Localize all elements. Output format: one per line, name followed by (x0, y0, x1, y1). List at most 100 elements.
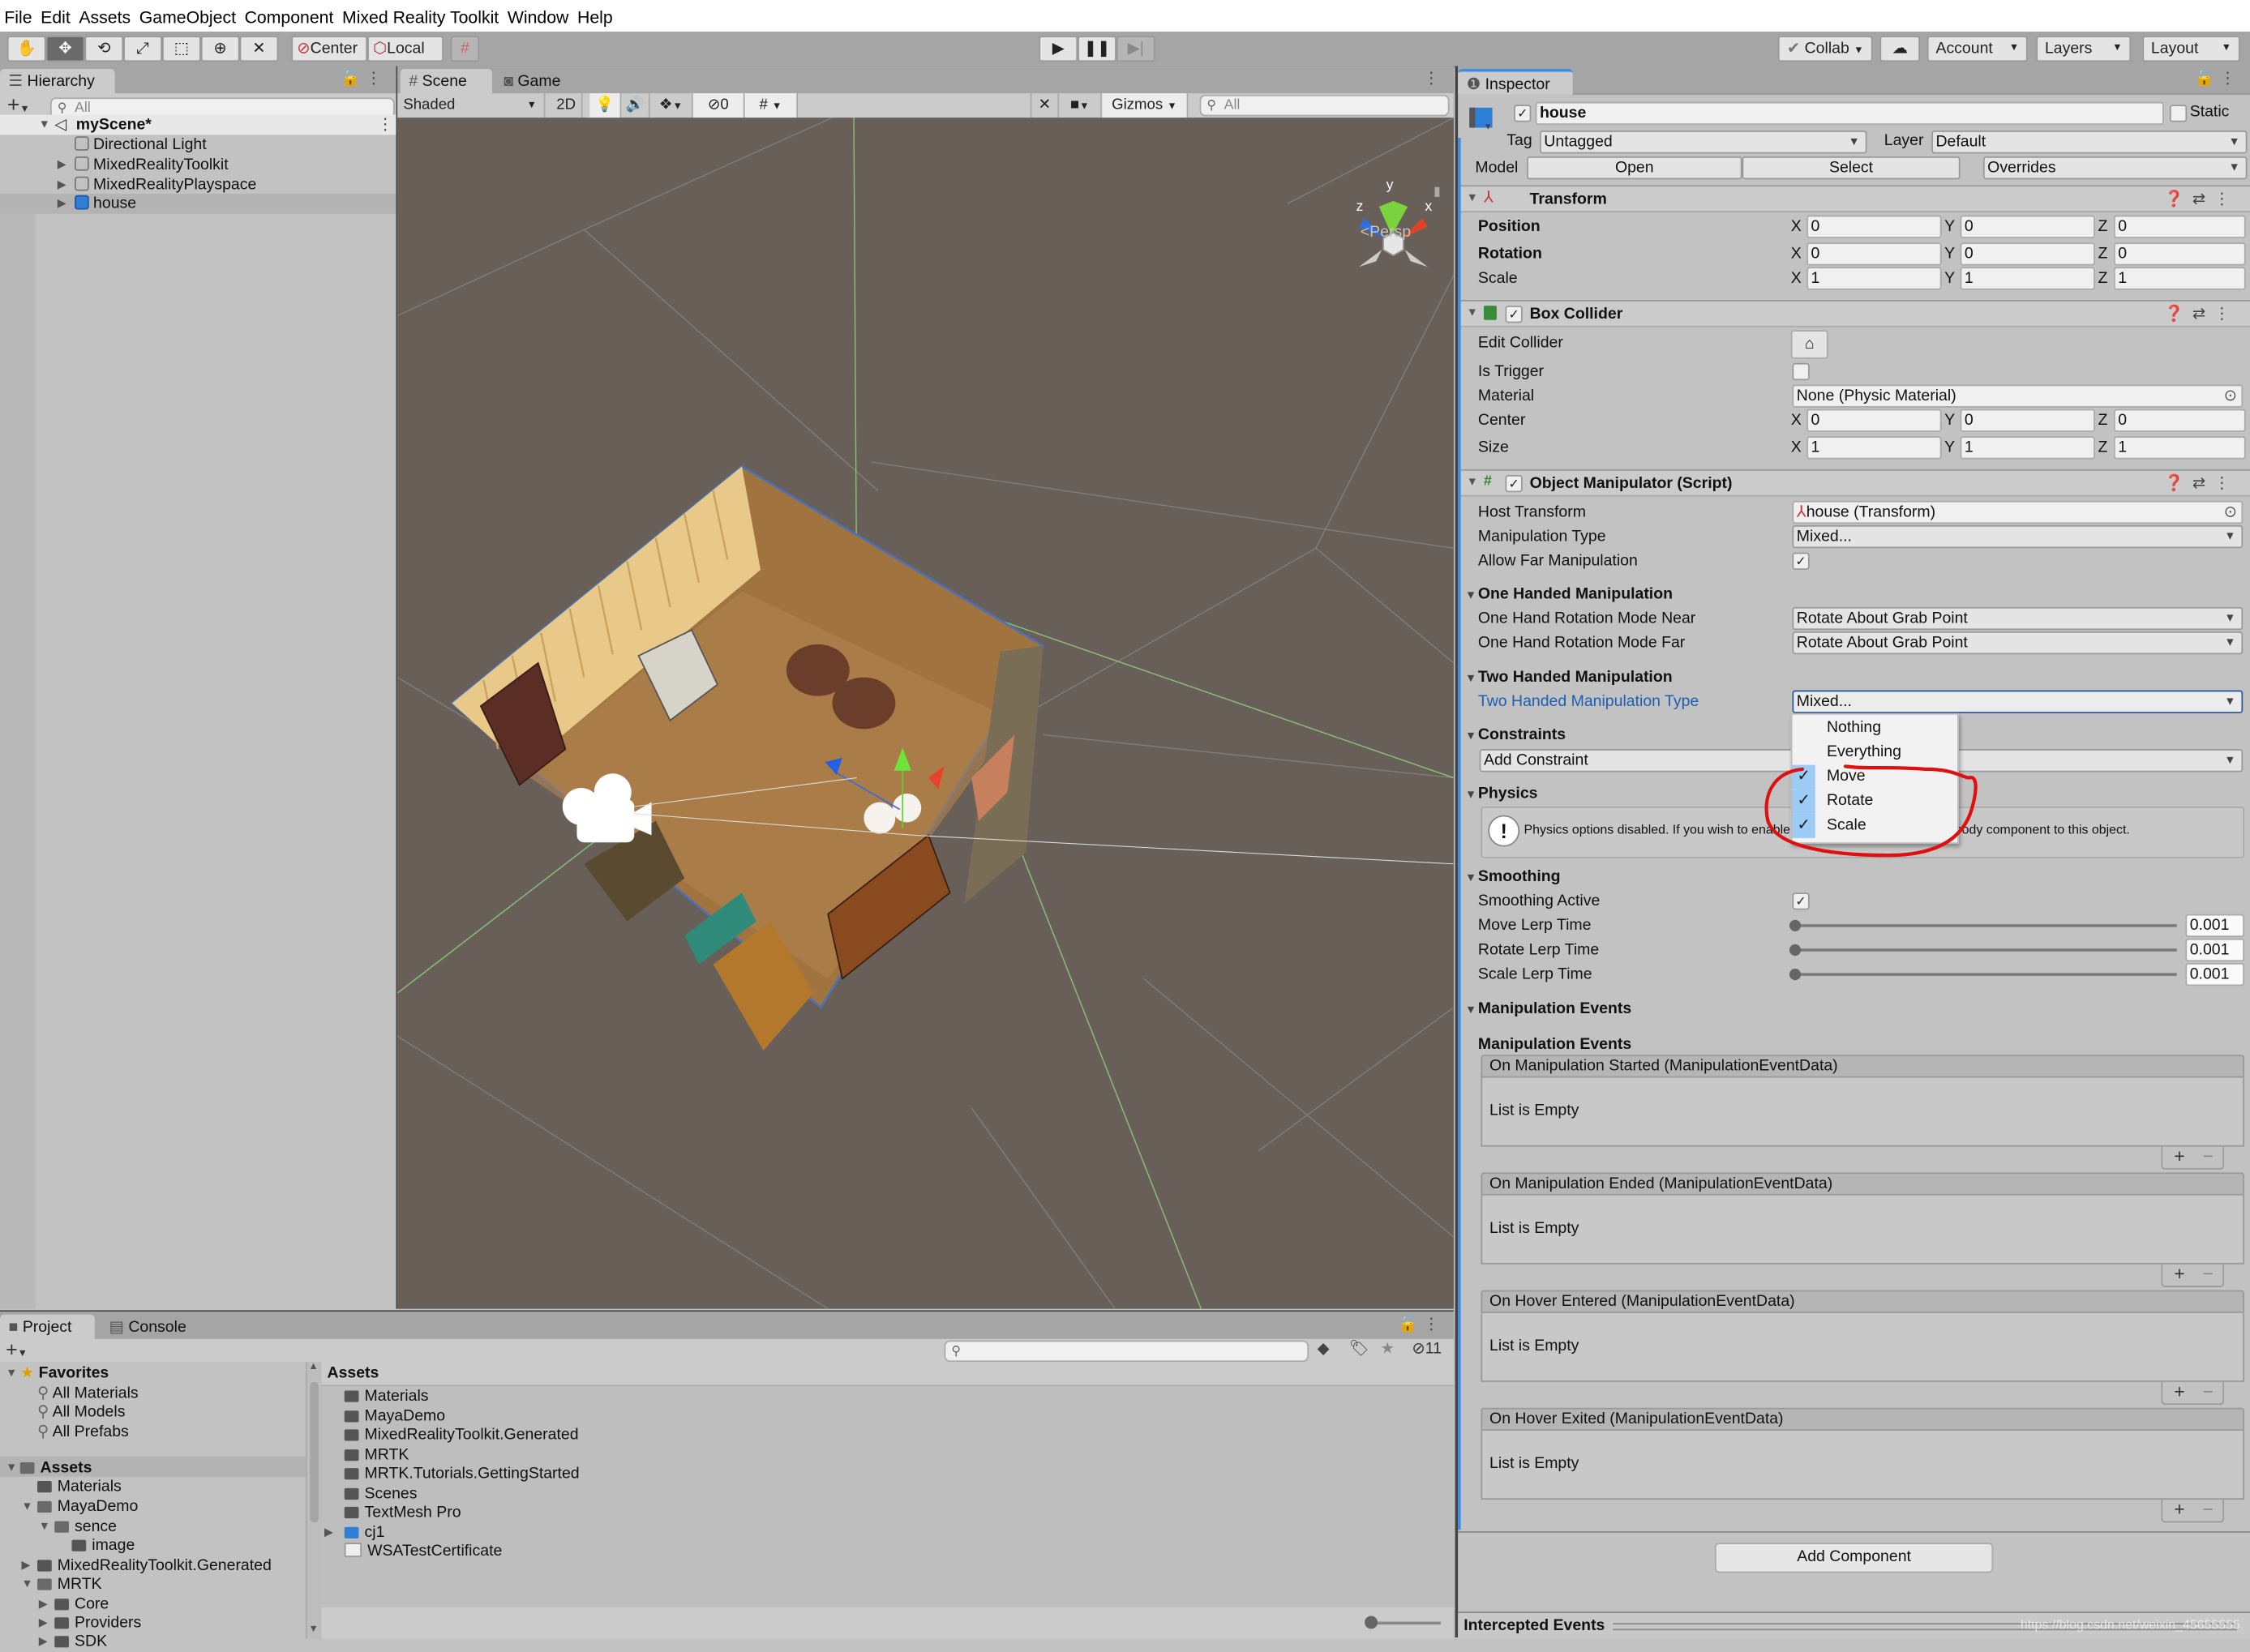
pivot-local-toggle[interactable]: ⬡Local (367, 36, 444, 62)
icon-size-slider-track[interactable] (1369, 1621, 1441, 1625)
lerp-slider-track[interactable] (1795, 924, 2177, 927)
layout-dropdown[interactable]: Layout ▼ (2142, 36, 2240, 62)
rotation-y-input[interactable]: 0 (1960, 242, 2095, 266)
audio-toggle[interactable]: 🔊 (621, 93, 650, 118)
allow-far-checkbox[interactable]: ✓ (1792, 552, 1810, 570)
collapse-arrow-icon[interactable]: ▼ (1465, 1004, 1476, 1016)
center-z-input[interactable]: 0 (2113, 409, 2246, 432)
tree-item[interactable]: SDK (54, 1633, 107, 1652)
box-collider-header[interactable]: ▼ ✓ Box Collider ❓⇄⋮ (1458, 300, 2250, 327)
smoothing-header[interactable]: Smoothing (1478, 867, 1561, 887)
step-button[interactable]: ▶| (1116, 36, 1155, 62)
scrollbar-thumb[interactable] (310, 1381, 319, 1523)
menu-component[interactable]: Component (240, 0, 337, 34)
size-z-input[interactable]: 1 (2113, 436, 2246, 460)
scale-tool-button[interactable]: ⤢ (123, 36, 162, 62)
collapse-arrow-icon[interactable]: ▼ (1465, 729, 1476, 742)
constraints-header[interactable]: Constraints (1478, 725, 1566, 745)
collapse-arrow-icon[interactable]: ▼ (1465, 672, 1476, 685)
tree-item[interactable]: MayaDemo (37, 1498, 138, 1517)
component-help-preset-menu-icons[interactable]: ❓⇄⋮ (2164, 304, 2239, 323)
snap-toggle[interactable]: # (450, 36, 480, 62)
scene-menu-icon[interactable]: ⋮ (1424, 69, 1446, 88)
size-x-input[interactable]: 1 (1806, 436, 1942, 460)
menu-item-nothing[interactable]: Nothing (1792, 716, 1957, 740)
grid-dropdown[interactable]: # ▼ (744, 93, 799, 118)
material-object-field[interactable]: None (Physic Material) ⊙ (1792, 384, 2244, 408)
pause-button[interactable]: ❚❚ (1078, 36, 1116, 62)
gizmos-dropdown[interactable]: Gizmos ▼ (1102, 93, 1189, 118)
search-by-label-icon[interactable]: 🏷 (1349, 1339, 1369, 1358)
breadcrumb[interactable]: Assets (328, 1365, 379, 1382)
shading-mode-dropdown[interactable]: Shaded ▼ (397, 93, 546, 118)
expand-arrow-icon[interactable]: ▶ (39, 1616, 48, 1628)
create-add-button[interactable]: +▼ (6, 1339, 28, 1365)
favorite-item[interactable]: ⚲ All Materials (37, 1385, 139, 1403)
lerp-value-input[interactable]: 0.001 (2185, 938, 2244, 962)
effects-dropdown[interactable]: ❖▼ (650, 93, 693, 118)
box-collider-enabled-checkbox[interactable]: ✓ (1505, 306, 1523, 323)
favorite-item[interactable]: ⚲ All Prefabs (37, 1423, 129, 1442)
two-handed-header[interactable]: Two Handed Manipulation (1478, 667, 1673, 687)
asset-item[interactable]: Materials (344, 1388, 429, 1406)
expand-arrow-icon[interactable]: ▼ (39, 1520, 50, 1533)
rotate-tool-button[interactable]: ⟲ (84, 36, 124, 62)
two-handed-type-dropdown[interactable]: Mixed... ▼ (1792, 690, 2244, 713)
add-event-button[interactable]: + (2174, 1264, 2184, 1285)
lerp-slider-track[interactable] (1795, 948, 2177, 952)
rotation-z-input[interactable]: 0 (2113, 242, 2246, 266)
expand-arrow-icon[interactable]: ▶ (324, 1526, 333, 1539)
add-component-button[interactable]: Add Component (1714, 1543, 1994, 1573)
object-picker-icon[interactable]: ⊙ (2224, 503, 2237, 523)
lerp-slider-track[interactable] (1795, 973, 2177, 976)
projection-toggle[interactable]: <Persp (1361, 224, 1411, 241)
position-x-input[interactable]: 0 (1806, 215, 1942, 238)
is-trigger-checkbox[interactable] (1792, 362, 1810, 381)
menu-file[interactable]: File (0, 0, 36, 34)
scroll-down-icon[interactable]: ▼ (309, 1624, 319, 1634)
collapse-arrow-icon[interactable]: ▼ (1465, 871, 1476, 884)
project-search-input[interactable]: ⚲ (944, 1340, 1309, 1363)
static-label[interactable]: Static (2190, 102, 2230, 122)
remove-event-button[interactable]: − (2203, 1499, 2214, 1520)
smoothing-active-checkbox[interactable]: ✓ (1792, 892, 1810, 910)
icon-size-slider-handle[interactable] (1365, 1616, 1378, 1629)
menu-window[interactable]: Window (504, 0, 573, 34)
asset-item[interactable]: MixedRealityToolkit.Generated (344, 1427, 579, 1445)
tree-item[interactable]: Providers (54, 1615, 141, 1633)
add-event-button[interactable]: + (2174, 1146, 2184, 1167)
asset-item[interactable]: WSATestCertificate (344, 1543, 502, 1561)
expand-arrow-icon[interactable]: ▶ (58, 175, 66, 195)
collab-button[interactable]: ✔ Collab ▼ (1777, 36, 1873, 62)
manipulation-type-dropdown[interactable]: Mixed... ▼ (1792, 524, 2244, 549)
lighting-toggle[interactable]: 💡 (589, 93, 622, 118)
scale-y-input[interactable]: 1 (1960, 267, 2095, 290)
asset-item[interactable]: cj1 (344, 1524, 384, 1543)
intercepted-events-bar[interactable]: Intercepted Events https://blog.csdn.net… (1458, 1611, 2250, 1639)
expand-arrow-icon[interactable]: ▼ (39, 115, 50, 135)
tree-item[interactable]: image (71, 1537, 135, 1556)
tab-hierarchy[interactable]: ☰ Hierarchy (0, 68, 115, 95)
add-event-button[interactable]: + (2174, 1499, 2184, 1520)
collapse-arrow-icon[interactable]: ▼ (1465, 788, 1476, 801)
tree-item[interactable]: MixedRealityToolkit.Generated (37, 1557, 272, 1576)
position-z-input[interactable]: 0 (2113, 215, 2246, 238)
layer-dropdown[interactable]: Default ▼ (1931, 131, 2248, 154)
model-open-button[interactable]: Open (1527, 156, 1742, 180)
lock-icon[interactable]: ▮ (1434, 184, 1441, 199)
object-name-input[interactable]: house (1535, 101, 2164, 126)
object-picker-icon[interactable]: ⊙ (2224, 386, 2237, 406)
tab-scene[interactable]: # Scene (400, 68, 493, 95)
hidden-objects-toggle[interactable]: ⊘0 (692, 93, 745, 118)
scale-z-input[interactable]: 1 (2113, 267, 2246, 290)
menu-help[interactable]: Help (573, 0, 617, 34)
panel-lock-menu-icons[interactable]: 🔓⋮ (2195, 69, 2242, 88)
asset-item[interactable]: MRTK.Tutorials.GettingStarted (344, 1466, 580, 1484)
asset-item[interactable]: TextMesh Pro (344, 1504, 461, 1522)
scene-root-row[interactable]: ▼ ◁ myScene* ⋮ (0, 114, 396, 135)
model-select-button[interactable]: Select (1742, 156, 1961, 180)
asset-item[interactable]: MRTK (344, 1447, 409, 1466)
physics-header[interactable]: Physics (1478, 784, 1538, 804)
cloud-button[interactable]: ☁ (1879, 36, 1920, 62)
tree-scrollbar[interactable]: ▲ ▼ (305, 1362, 324, 1639)
